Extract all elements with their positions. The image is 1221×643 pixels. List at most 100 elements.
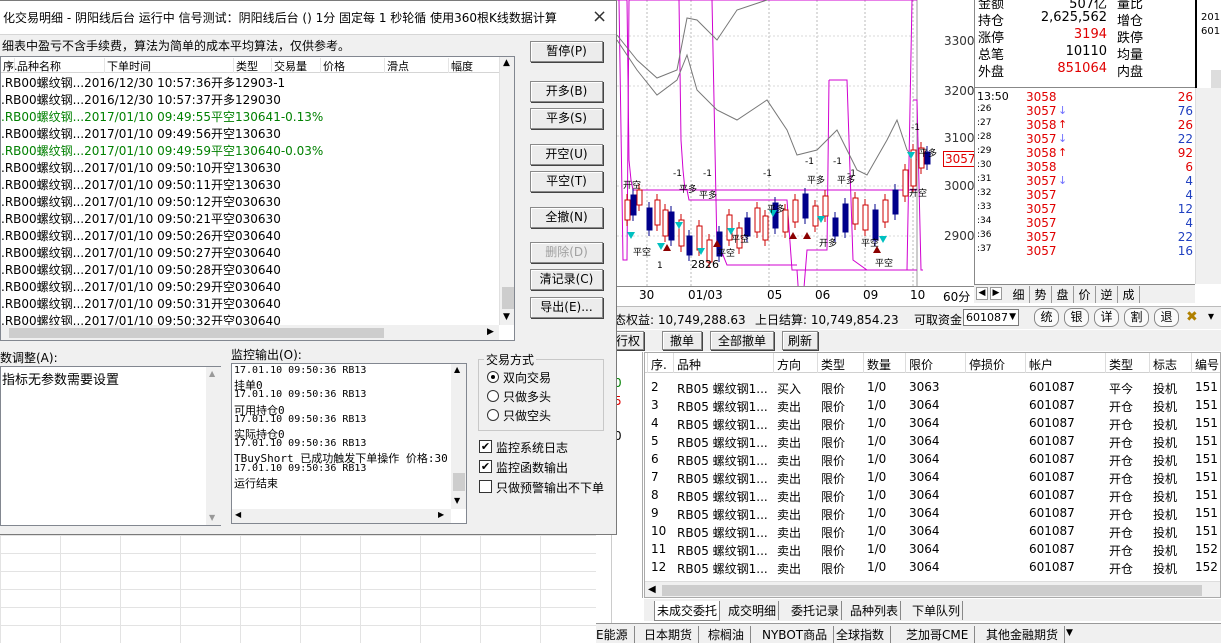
order-column-header[interactable]: 编号 (1195, 356, 1219, 373)
order-row[interactable]: 4 RB05 螺纹钢1... 卖出 限价 1/0 3064 601087 开仓 投机 151 (645, 414, 1220, 432)
monitor-system-log-checkbox[interactable]: ✔ (479, 440, 492, 453)
clear-records-button[interactable]: 清记录(C) (530, 269, 603, 290)
list-vscrollbar[interactable]: ▲ ▼ (499, 57, 514, 325)
list-row[interactable]: .RB00螺纹钢...2017/01/10 09:50:12开空030630 (1, 193, 499, 210)
scroll-up-icon[interactable]: ▲ (503, 58, 510, 68)
delete-button[interactable]: 删除(D) (530, 242, 603, 263)
quote-scrollbar[interactable] (1211, 70, 1221, 88)
account-select[interactable]: 601087 ▼ (963, 309, 1019, 326)
list-hscrollbar[interactable]: ▶ (1, 325, 499, 340)
account-icon-button[interactable]: 详 (1094, 308, 1119, 327)
account-icon-button[interactable]: 割 (1124, 308, 1149, 327)
order-row[interactable]: 8 RB05 螺纹钢1... 卖出 限价 1/0 3064 601087 开仓 投机 151 (645, 486, 1220, 504)
column-header[interactable]: 类型 (234, 58, 272, 73)
period-label[interactable]: 60分 (943, 288, 970, 305)
account-icon-button[interactable]: 退 (1154, 308, 1179, 327)
order-row[interactable]: 5 RB05 螺纹钢1... 卖出 限价 1/0 3064 601087 开仓 投机 151 (645, 432, 1220, 450)
order-tab[interactable]: 委托记录 (789, 601, 843, 620)
order-row[interactable]: 12 RB05 螺纹钢1... 卖出 限价 1/0 3064 601087 开仓 投机 152 (645, 558, 1220, 576)
order-column-header[interactable]: 数量 (867, 356, 891, 373)
list-row[interactable]: .RB00螺纹钢...2017/01/10 09:50:21平空030630 (1, 210, 499, 227)
pin-icon[interactable]: ▾ (1208, 309, 1214, 323)
account-icon-button[interactable]: 统 (1034, 308, 1059, 327)
scroll-left-icon[interactable]: ◀ (648, 584, 656, 595)
account-icon-button[interactable]: 银 (1064, 308, 1089, 327)
order-row[interactable]: 11 RB05 螺纹钢1... 卖出 限价 1/0 3064 601087 开仓 投机 152 (645, 540, 1220, 558)
close-icon[interactable]: × (592, 8, 607, 26)
order-row[interactable]: 3 RB05 螺纹钢1... 卖出 限价 1/0 3064 601087 开仓 投机 151 (645, 396, 1220, 414)
monitor-hscroll[interactable]: ◀ ▶ (232, 509, 451, 523)
tab-scroll-right-icon[interactable]: ▶ (990, 287, 1002, 300)
close-long-button[interactable]: 平多(S) (530, 108, 603, 129)
export-button[interactable]: 导出(E)... (530, 297, 603, 318)
scroll-down-icon[interactable]: ▼ (503, 312, 510, 322)
pause-button[interactable]: 暂停(P) (530, 41, 603, 62)
tick-tab[interactable]: 价 (1074, 286, 1096, 303)
tab-scroll-left-icon[interactable]: ◀ (976, 287, 988, 300)
refresh-button[interactable]: 刷新 (782, 331, 818, 350)
close-short-button[interactable]: 平空(T) (530, 171, 603, 192)
open-short-button[interactable]: 开空(U) (530, 144, 603, 165)
order-tab[interactable]: 未成交委托 (654, 601, 721, 621)
tick-tab[interactable]: 逆 (1096, 286, 1118, 303)
list-row[interactable]: .RB00螺纹钢...2017/01/10 09:50:27开空030640 (1, 244, 499, 261)
tick-tab[interactable]: 盘 (1052, 286, 1074, 303)
column-header[interactable]: 交易量 (272, 58, 321, 73)
monitor-function-output-checkbox[interactable]: ✔ (479, 460, 492, 473)
trade-mode-radio[interactable] (487, 390, 499, 402)
chevron-down-icon[interactable]: ▼ (1066, 628, 1073, 638)
list-row[interactable]: .RB00螺纹钢...2017/01/10 09:50:31开空030640 (1, 295, 499, 312)
list-row[interactable]: .RB00螺纹钢...2017/01/10 09:49:55平空130641-0… (1, 108, 499, 125)
list-row[interactable]: .RB00螺纹钢...2016/12/30 10:57:37开多129030 (1, 91, 499, 108)
order-tab[interactable]: 成交明细 (726, 601, 780, 620)
monitor-vscroll[interactable]: ▲ ▼ (451, 364, 466, 509)
column-header[interactable]: 下单时间 (105, 58, 234, 73)
market-tab[interactable]: 全球指数 (836, 626, 892, 643)
tick-scrollbar[interactable] (1195, 88, 1221, 284)
market-tab[interactable]: E能源 (596, 626, 635, 643)
list-row[interactable]: .RB00螺纹钢...2016/12/30 10:57:36开多12903-1 (1, 74, 499, 91)
open-long-button[interactable]: 开多(B) (530, 81, 603, 102)
market-tab[interactable]: 日本期货 (644, 626, 700, 643)
cancel-all-orders-button[interactable]: 全部撤单 (710, 331, 774, 350)
market-tab[interactable]: 其他金融期货 (986, 626, 1066, 643)
order-column-header[interactable]: 方向 (777, 356, 801, 373)
order-row[interactable]: 7 RB05 螺纹钢1... 卖出 限价 1/0 3064 601087 开仓 投机 151 (645, 468, 1220, 486)
orders-hscrollbar[interactable]: ◀ (645, 581, 1220, 597)
order-column-header[interactable]: 停损价 (969, 356, 1005, 373)
tick-tab[interactable]: 成 (1118, 286, 1140, 303)
trade-detail-list[interactable]: 序. 品种名称 下单时间 类型 交易量 价格 滑点 幅度 .RB00螺纹钢...2016/12… (0, 56, 515, 341)
column-header[interactable]: 序. (1, 58, 18, 73)
market-tab[interactable]: NYBOT商品 (762, 626, 835, 643)
column-header[interactable]: 品种名称 (15, 58, 105, 73)
column-header[interactable]: 滑点 (385, 58, 449, 73)
param-box[interactable]: 指标无参数需要设置 ▲ ▼ (0, 366, 221, 526)
order-row[interactable]: 9 RB05 螺纹钢1... 卖出 限价 1/0 3064 601087 开仓 投机 151 (645, 504, 1220, 522)
list-row[interactable]: .RB00螺纹钢...2017/01/10 09:50:10开空130630 (1, 159, 499, 176)
order-column-header[interactable]: 帐户 (1029, 356, 1053, 373)
order-row[interactable]: 6 RB05 螺纹钢1... 卖出 限价 1/0 3064 601087 开仓 投机 151 (645, 450, 1220, 468)
order-column-header[interactable]: 限价 (909, 356, 933, 373)
list-row[interactable]: .RB00螺纹钢...2017/01/10 09:50:29开空030640 (1, 278, 499, 295)
list-row[interactable]: .RB00螺纹钢...2017/01/10 09:49:59平空130640-0… (1, 142, 499, 159)
market-tab[interactable]: 芝加哥CME (906, 626, 976, 643)
scroll-right-icon[interactable]: ▶ (487, 327, 494, 337)
trade-mode-radio[interactable] (487, 371, 499, 383)
tick-tab[interactable]: 势 (1030, 286, 1052, 303)
order-column-header[interactable]: 标志 (1153, 356, 1177, 373)
tick-tab[interactable]: 细 (1008, 286, 1030, 303)
order-row[interactable]: 2 RB05 螺纹钢1... 买入 限价 1/0 3063 601087 平今 投机 151 (645, 378, 1220, 396)
list-row[interactable]: .RB00螺纹钢...2017/01/10 09:50:28开空030640 (1, 261, 499, 278)
order-row[interactable]: 10 RB05 螺纹钢1... 卖出 限价 1/0 3064 601087 开仓 投机 151 (645, 522, 1220, 540)
list-row[interactable]: .RB00螺纹钢...2017/01/10 09:50:26开空030640 (1, 227, 499, 244)
order-column-header[interactable]: 品种 (677, 356, 701, 373)
order-column-header[interactable]: 序. (651, 356, 667, 373)
cancel-order-button[interactable]: 撤单 (662, 331, 702, 350)
order-tab[interactable]: 品种列表 (848, 601, 902, 620)
column-header[interactable]: 价格 (321, 58, 385, 73)
column-header[interactable]: 幅度 (449, 58, 501, 73)
vscroll-thumb[interactable] (502, 287, 514, 309)
order-column-header[interactable]: 类型 (1109, 356, 1133, 373)
hscroll-thumb[interactable] (9, 328, 384, 338)
alert-only-checkbox[interactable] (479, 480, 492, 493)
